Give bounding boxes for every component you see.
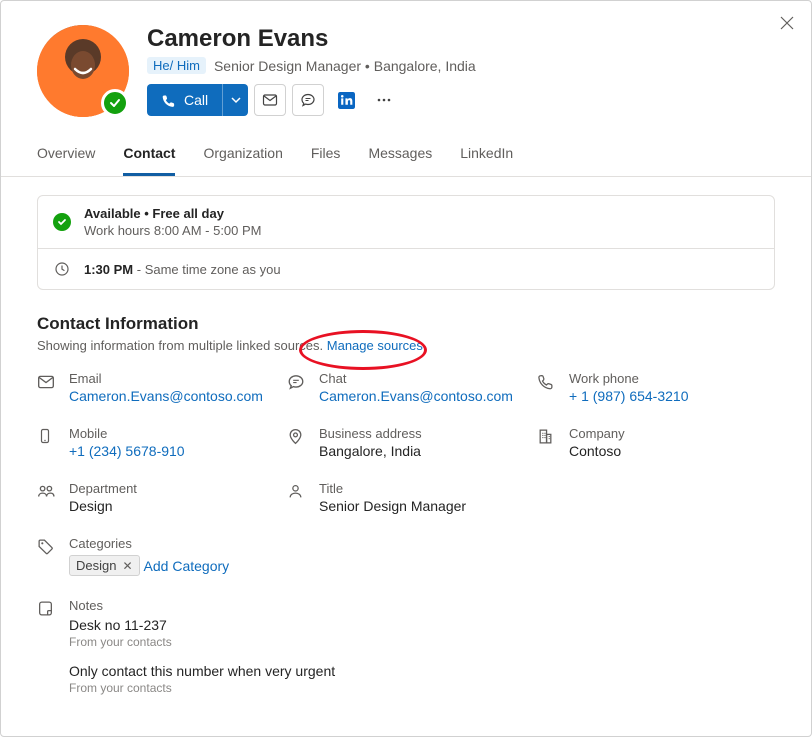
building-icon: [537, 428, 557, 445]
info-title: Title Senior Design Manager: [287, 481, 525, 514]
remove-category-button[interactable]: ✕: [122, 559, 132, 573]
phone-icon: [537, 373, 557, 390]
tab-files[interactable]: Files: [311, 135, 341, 176]
chevron-down-icon: [231, 95, 241, 105]
category-chip[interactable]: Design ✕: [69, 555, 140, 576]
tab-linkedin[interactable]: LinkedIn: [460, 135, 513, 176]
tab-contact[interactable]: Contact: [123, 135, 175, 176]
chat-icon: [300, 92, 316, 108]
job-title-value: Senior Design Manager: [319, 498, 466, 514]
pronouns-chip: He/ Him: [147, 57, 206, 74]
more-actions-button[interactable]: [368, 84, 400, 116]
info-department: Department Design: [37, 481, 275, 514]
chat-link[interactable]: Cameron.Evans@contoso.com: [319, 388, 513, 404]
info-work-phone: Work phone + 1 (987) 654-3210: [537, 371, 775, 404]
work-hours-text: Work hours 8:00 AM - 5:00 PM: [84, 223, 262, 238]
info-categories: Categories Design ✕ Add Category: [37, 536, 775, 576]
chat-button[interactable]: [292, 84, 324, 116]
info-chat: Chat Cameron.Evans@contoso.com: [287, 371, 525, 404]
call-button[interactable]: Call: [147, 84, 222, 116]
info-address: Business address Bangalore, India: [287, 426, 525, 459]
mail-button[interactable]: [254, 84, 286, 116]
available-icon: [52, 212, 72, 232]
profile-header: Cameron Evans He/ Him Senior Design Mana…: [1, 1, 811, 129]
info-email: Email Cameron.Evans@contoso.com: [37, 371, 275, 404]
people-icon: [37, 483, 57, 501]
department-value: Design: [69, 498, 137, 514]
info-notes: Notes Desk no 11-237 From your contacts …: [37, 598, 775, 695]
clock-icon: [52, 259, 72, 279]
address-value: Bangalore, India: [319, 443, 422, 459]
email-link[interactable]: Cameron.Evans@contoso.com: [69, 388, 263, 404]
mobile-icon: [37, 428, 57, 444]
linkedin-icon: [338, 92, 355, 109]
role-line: Senior Design Manager • Bangalore, India: [214, 58, 476, 74]
person-name: Cameron Evans: [147, 25, 775, 53]
mail-icon: [37, 373, 57, 391]
availability-card: Available • Free all day Work hours 8:00…: [37, 195, 775, 290]
person-icon: [287, 483, 307, 500]
mobile-link[interactable]: +1 (234) 5678-910: [69, 443, 185, 459]
section-subtitle: Showing information from multiple linked…: [37, 338, 775, 353]
call-label: Call: [184, 92, 208, 108]
company-value: Contoso: [569, 443, 625, 459]
work-phone-link[interactable]: + 1 (987) 654-3210: [569, 388, 688, 404]
info-mobile: Mobile +1 (234) 5678-910: [37, 426, 275, 459]
add-category-link[interactable]: Add Category: [144, 558, 230, 574]
linkedin-button[interactable]: [330, 84, 362, 116]
more-horizontal-icon: [376, 92, 392, 108]
presence-available-icon: [101, 89, 129, 117]
location-icon: [287, 428, 307, 445]
tab-bar: Overview Contact Organization Files Mess…: [1, 135, 811, 177]
note-entry: Desk no 11-237 From your contacts: [69, 617, 335, 649]
local-time-text: 1:30 PM - Same time zone as you: [84, 262, 281, 277]
phone-icon: [161, 93, 176, 108]
tab-organization[interactable]: Organization: [203, 135, 282, 176]
info-company: Company Contoso: [537, 426, 775, 459]
call-dropdown-button[interactable]: [222, 84, 248, 116]
close-button[interactable]: [777, 13, 797, 33]
note-entry: Only contact this number when very urgen…: [69, 663, 335, 695]
section-title: Contact Information: [37, 314, 775, 334]
manage-sources-link[interactable]: Manage sources: [327, 338, 423, 353]
avatar: [37, 25, 129, 117]
note-icon: [37, 600, 57, 617]
tab-overview[interactable]: Overview: [37, 135, 95, 176]
chat-icon: [287, 373, 307, 391]
availability-text: Available • Free all day: [84, 206, 262, 221]
mail-icon: [262, 92, 278, 108]
tag-icon: [37, 538, 57, 555]
tab-messages[interactable]: Messages: [368, 135, 432, 176]
call-split-button[interactable]: Call: [147, 84, 248, 116]
